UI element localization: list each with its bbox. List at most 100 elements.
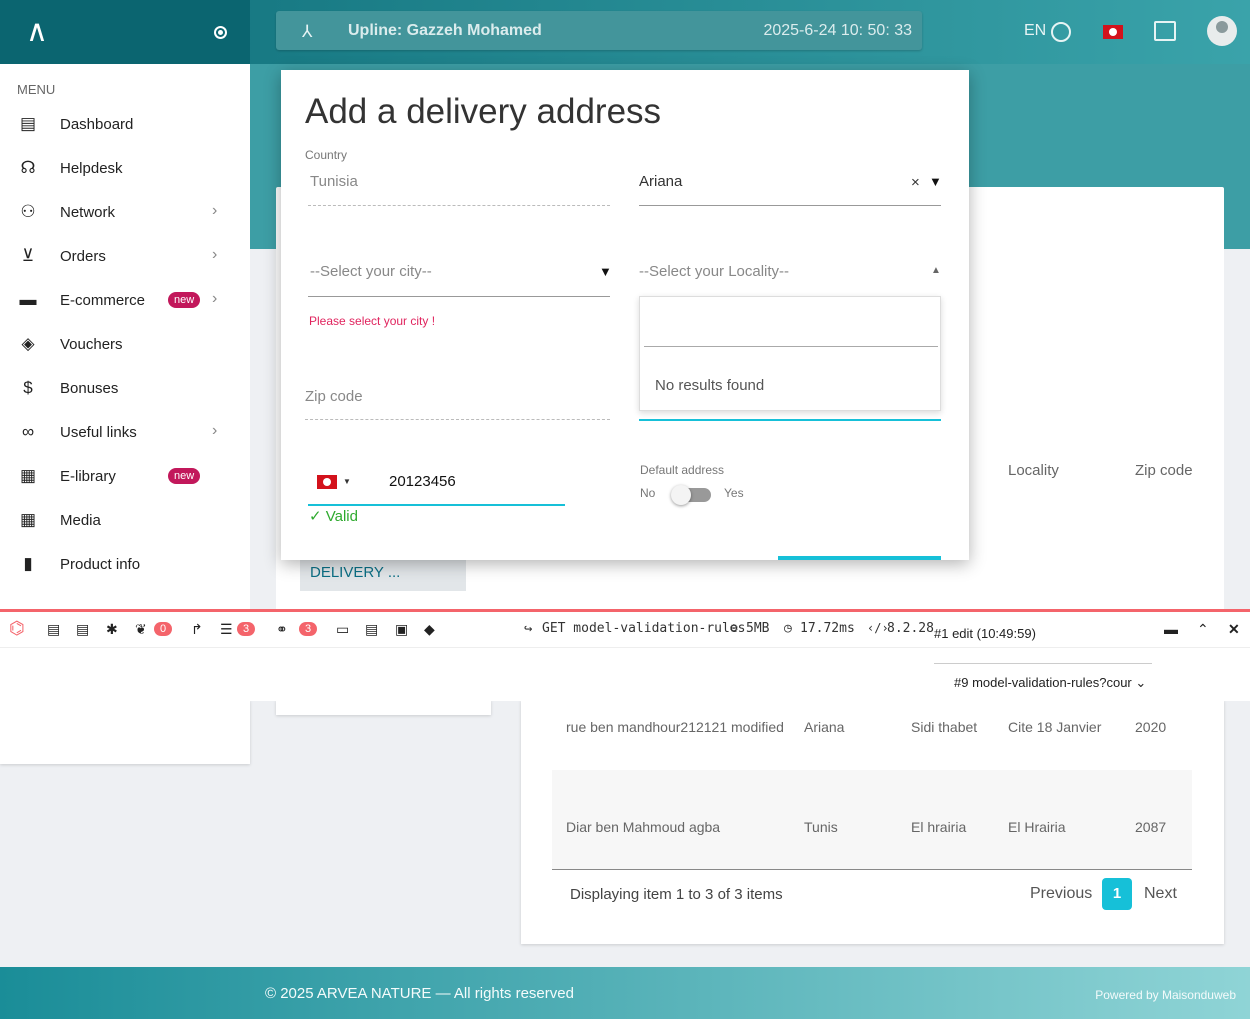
- column-header-zip[interactable]: Zip code: [1135, 462, 1193, 479]
- tab-delivery[interactable]: DELIVERY ...: [300, 555, 466, 591]
- sidebar-toggle-icon[interactable]: [214, 26, 227, 39]
- chevron-right-icon: ›: [212, 422, 218, 439]
- sidebar-item-label: Helpdesk: [60, 160, 123, 177]
- bug-icon[interactable]: ✱: [106, 621, 118, 638]
- table-row[interactable]: Diar ben Mahmoud agba Tunis El hrairia E…: [552, 770, 1192, 870]
- request-select-value: #9 model-validation-rules?cour: [954, 675, 1132, 690]
- clear-icon[interactable]: ×: [911, 174, 920, 191]
- cell-zip: 2020: [1135, 719, 1167, 735]
- city-error: Please select your city !: [309, 314, 436, 328]
- sidebar-item-label: Vouchers: [60, 336, 123, 353]
- request-duration[interactable]: 17.72ms: [800, 621, 855, 636]
- fullscreen-icon[interactable]: [1154, 21, 1176, 41]
- chevron-right-icon: ›: [212, 246, 218, 263]
- state-value: Ariana: [639, 173, 683, 190]
- chevron-down-icon[interactable]: ▼: [599, 264, 612, 279]
- locality-search-input[interactable]: [644, 307, 938, 347]
- sidebar-item-elibrary[interactable]: ▦ E-library new: [0, 456, 250, 500]
- sidebar-item-bonuses[interactable]: $ Bonuses: [0, 368, 250, 412]
- sidebar-item-media[interactable]: ▦ Media: [0, 500, 250, 544]
- default-address-label: Default address: [640, 463, 725, 477]
- folder-open-icon[interactable]: ▬: [1164, 621, 1178, 637]
- column-header-locality[interactable]: Locality: [1008, 462, 1059, 479]
- laravel-logo-icon[interactable]: ⌬: [9, 618, 25, 639]
- cell-address: Diar ben Mahmoud agba: [566, 819, 721, 835]
- phone-input[interactable]: 20123456: [308, 469, 565, 506]
- leaf-icon[interactable]: ❦: [135, 621, 147, 638]
- upline-bar: ⅄ Upline: Gazzeh Mohamed 2025-6-24 10: 5…: [276, 11, 922, 50]
- previous-page-button[interactable]: Previous: [1030, 885, 1092, 903]
- locality-select[interactable]: --Select your Locality-- ▲: [639, 263, 941, 297]
- sidebar-item-label: Media: [60, 512, 101, 529]
- zip-placeholder: Zip code: [305, 388, 363, 405]
- cell-zip: 2087: [1135, 819, 1167, 835]
- default-address-toggle[interactable]: [671, 485, 711, 505]
- dashboard-icon: ▤: [19, 114, 37, 133]
- history-item[interactable]: #1 edit (10:49:59): [934, 626, 1036, 641]
- next-page-button[interactable]: Next: [1144, 885, 1177, 903]
- sidebar-item-label: Useful links: [60, 424, 137, 441]
- request-select[interactable]: #9 model-validation-rules?cour ⌄: [954, 675, 1146, 691]
- phone-value: 20123456: [389, 473, 456, 490]
- memory-icon: ⚙: [730, 621, 738, 636]
- phone-valid-text: ✓ Valid: [309, 508, 358, 525]
- tunisia-flag-icon[interactable]: [1103, 25, 1123, 39]
- sidebar-item-ecommerce[interactable]: ▬ E-commerce new ›: [0, 280, 250, 324]
- footer: © 2025 ARVEA NATURE — All rights reserve…: [0, 967, 1250, 1019]
- add-address-modal: Add a delivery address Country Tunisia A…: [281, 70, 969, 560]
- language-selector[interactable]: EN: [1024, 22, 1046, 40]
- media-icon: ▦: [19, 510, 37, 529]
- cell-address: rue ben mandhour212121 modified: [566, 719, 784, 735]
- mail-icon[interactable]: ▭: [336, 621, 349, 638]
- page-1-button[interactable]: 1: [1102, 878, 1132, 910]
- chevron-up-icon[interactable]: ⌃: [1197, 621, 1209, 638]
- sidebar-item-label: E-commerce: [60, 292, 146, 309]
- state-select[interactable]: Ariana × ▼: [639, 173, 942, 206]
- new-badge: new: [168, 468, 201, 484]
- chevron-down-icon[interactable]: ▼: [929, 174, 942, 189]
- tags-icon[interactable]: ◆: [424, 621, 435, 638]
- archive-icon[interactable]: ▣: [395, 621, 408, 638]
- sidebar-item-orders[interactable]: ⊻ Orders ›: [0, 236, 250, 280]
- sidebar-item-label: Network: [60, 204, 116, 221]
- copyright: © 2025 ARVEA NATURE — All rights reserve…: [265, 985, 574, 1002]
- sidebar-item-network[interactable]: ⚇ Network ›: [0, 192, 250, 236]
- city-select[interactable]: --Select your city-- ▼: [308, 263, 612, 297]
- sidebar: MENU ▤ Dashboard ☊ Helpdesk ⚇ Network › ⊻ Ord…: [0, 64, 250, 610]
- logs-badge: 0: [154, 622, 173, 636]
- bar-chart-icon: ▮: [23, 554, 33, 573]
- sidebar-item-dashboard[interactable]: ▤ Dashboard: [0, 104, 250, 148]
- sidebar-item-vouchers[interactable]: ◈ Vouchers: [0, 324, 250, 368]
- save-button[interactable]: [778, 556, 941, 560]
- pagination-summary: Displaying item 1 to 3 of 3 items: [570, 886, 783, 903]
- logo[interactable]: ∧: [26, 14, 48, 49]
- database-icon[interactable]: ☰: [220, 621, 233, 638]
- country-label: Country: [305, 148, 348, 162]
- menu-heading: MENU: [17, 82, 56, 97]
- gate-icon[interactable]: ▤: [365, 621, 378, 638]
- sidebar-item-useful-links[interactable]: ∞ Useful links ›: [0, 412, 250, 456]
- models-icon[interactable]: ⚭: [276, 621, 288, 638]
- sidebar-item-product-info[interactable]: ▮ Product info: [0, 544, 250, 588]
- code-icon: ‹/›: [867, 621, 889, 635]
- models-badge: 3: [299, 622, 318, 636]
- route-icon[interactable]: ↱: [191, 621, 203, 638]
- memory-usage[interactable]: 5MB: [746, 621, 769, 636]
- zip-code-input[interactable]: Zip code: [305, 388, 610, 420]
- locality-dropdown: No results found: [639, 296, 941, 411]
- side-panel-card: [276, 700, 491, 715]
- request-info[interactable]: GET model-validation-rules: [542, 621, 746, 636]
- close-icon[interactable]: ✕: [1228, 621, 1240, 638]
- chevron-right-icon: ›: [212, 290, 218, 307]
- network-icon: ⅄: [302, 22, 313, 41]
- modal-title: Add a delivery address: [305, 92, 662, 131]
- avatar[interactable]: [1207, 16, 1237, 46]
- chevron-up-icon[interactable]: ▲: [931, 265, 941, 276]
- upline-text: Upline: Gazzeh Mohamed: [348, 22, 542, 39]
- timeline-icon[interactable]: ▤: [76, 621, 89, 638]
- powered-by-link[interactable]: Powered by Maisonduweb: [1095, 988, 1236, 1002]
- globe-icon[interactable]: [1051, 22, 1071, 42]
- php-version[interactable]: 8.2.28: [887, 621, 934, 636]
- sidebar-item-helpdesk[interactable]: ☊ Helpdesk: [0, 148, 250, 192]
- messages-icon[interactable]: ▤: [47, 621, 60, 638]
